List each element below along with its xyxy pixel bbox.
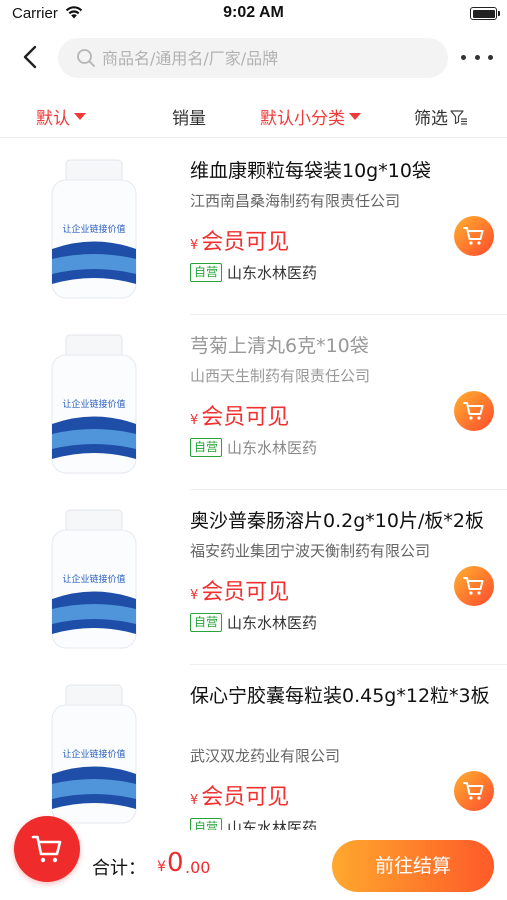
checkout-button[interactable]: 前往结算 xyxy=(332,840,494,892)
product-item[interactable]: 让企业链接价值 芎菊上清丸6克*10袋 山西天生制药有限责任公司 ¥ 会员可见 … xyxy=(0,315,507,490)
product-price: ¥ 会员可见 xyxy=(190,224,289,256)
product-manufacturer: 武汉双龙药业有限公司 xyxy=(190,747,341,765)
search-box[interactable] xyxy=(58,38,448,78)
total-amount-integer: 0 xyxy=(167,848,184,878)
product-label-text: 让企业链接价值 xyxy=(62,573,125,585)
triangle-down-icon xyxy=(349,113,361,120)
price-currency: ¥ xyxy=(190,413,199,428)
more-dot xyxy=(474,54,480,60)
price-text: 会员可见 xyxy=(201,405,290,430)
product-price: ¥ 会员可见 xyxy=(190,779,289,811)
filter-subcategory-label: 默认小分类 xyxy=(260,109,345,129)
filter-sales-label: 销量 xyxy=(172,109,206,129)
more-dot xyxy=(488,54,493,60)
product-item[interactable]: 让企业链接价值 维血康颗粒每袋装10g*10袋 江西南昌桑海制药有限责任公司 ¥… xyxy=(0,140,507,315)
filter-subcategory[interactable]: 默认小分类 xyxy=(260,104,361,129)
product-title[interactable]: 奥沙普秦肠溶片0.2g*10片/板*2板 xyxy=(190,507,495,536)
cart-icon xyxy=(463,227,484,245)
cart-icon xyxy=(31,835,62,863)
add-to-cart-button[interactable] xyxy=(454,771,494,811)
filter-default-label: 默认 xyxy=(36,109,70,129)
status-bar: Carrier 9:02 AM xyxy=(0,0,507,30)
filter-advanced[interactable]: 筛选 xyxy=(414,104,468,129)
store-name[interactable]: 山东水林医药 xyxy=(227,612,317,633)
clock: 9:02 AM xyxy=(223,4,284,21)
product-price: ¥ 会员可见 xyxy=(190,574,289,606)
product-image: 让企业链接价值 xyxy=(51,334,137,474)
cart-icon xyxy=(463,577,484,595)
product-title[interactable]: 芎菊上清丸6克*10袋 xyxy=(190,332,495,361)
shopping-cart-button[interactable] xyxy=(14,816,80,882)
nav-bar xyxy=(0,30,507,86)
self-operated-badge: 自营 xyxy=(190,613,223,632)
price-text: 会员可见 xyxy=(201,230,290,255)
store-row: 自营 山东水林医药 xyxy=(190,262,317,283)
product-title[interactable]: 保心宁胶囊每粒装0.45g*12粒*3板 xyxy=(190,682,495,711)
add-to-cart-button[interactable] xyxy=(454,391,494,431)
price-currency: ¥ xyxy=(190,793,199,808)
product-label-text: 让企业链接价值 xyxy=(62,748,125,760)
product-image: 让企业链接价值 xyxy=(51,509,137,649)
add-to-cart-button[interactable] xyxy=(454,216,494,256)
more-icon[interactable] xyxy=(461,42,493,72)
filter-sales[interactable]: 销量 xyxy=(172,104,206,129)
filter-advanced-label: 筛选 xyxy=(414,109,448,129)
product-image: 让企业链接价值 xyxy=(51,159,137,299)
product-image: 让企业链接价值 xyxy=(51,684,137,824)
add-to-cart-button[interactable] xyxy=(454,566,494,606)
total-amount-decimal: .00 xyxy=(185,858,211,877)
total-label: 合计： xyxy=(92,858,146,879)
self-operated-badge: 自营 xyxy=(190,438,223,457)
store-row: 自营 山东水林医药 xyxy=(190,612,317,633)
more-dot xyxy=(461,54,466,60)
store-name[interactable]: 山东水林医药 xyxy=(227,262,317,283)
product-item[interactable]: 让企业链接价值 保心宁胶囊每粒装0.45g*12粒*3板 武汉双龙药业有限公司 … xyxy=(0,665,507,840)
price-currency: ¥ xyxy=(190,588,199,603)
product-title[interactable]: 维血康颗粒每袋装10g*10袋 xyxy=(190,157,495,186)
product-price: ¥ 会员可见 xyxy=(190,399,289,431)
back-icon[interactable] xyxy=(14,40,48,74)
triangle-down-icon xyxy=(74,113,86,120)
battery-icon xyxy=(470,7,500,20)
total-currency: ¥ xyxy=(157,859,166,875)
search-input[interactable] xyxy=(102,38,432,78)
self-operated-badge: 自营 xyxy=(190,263,223,282)
checkout-bar: 合计： ¥ 0 .00 前往结算 xyxy=(0,816,507,900)
price-currency: ¥ xyxy=(190,238,199,253)
product-manufacturer: 福安药业集团宁波天衡制药有限公司 xyxy=(190,542,431,560)
filter-funnel-icon xyxy=(450,109,467,125)
price-text: 会员可见 xyxy=(201,785,290,810)
product-label-text: 让企业链接价值 xyxy=(62,223,125,235)
product-item[interactable]: 让企业链接价值 奥沙普秦肠溶片0.2g*10片/板*2板 福安药业集团宁波天衡制… xyxy=(0,490,507,665)
store-name[interactable]: 山东水林医药 xyxy=(227,437,317,458)
price-text: 会员可见 xyxy=(201,580,290,605)
cart-icon xyxy=(463,402,484,420)
filter-default[interactable]: 默认 xyxy=(36,104,86,129)
product-manufacturer: 山西天生制药有限责任公司 xyxy=(190,367,371,385)
cart-icon xyxy=(463,782,484,800)
filter-bar: 默认 销量 默认小分类 筛选 xyxy=(0,94,507,138)
product-manufacturer: 江西南昌桑海制药有限责任公司 xyxy=(190,192,401,210)
store-row: 自营 山东水林医药 xyxy=(190,437,317,458)
search-icon xyxy=(77,49,95,67)
product-label-text: 让企业链接价值 xyxy=(62,398,125,410)
